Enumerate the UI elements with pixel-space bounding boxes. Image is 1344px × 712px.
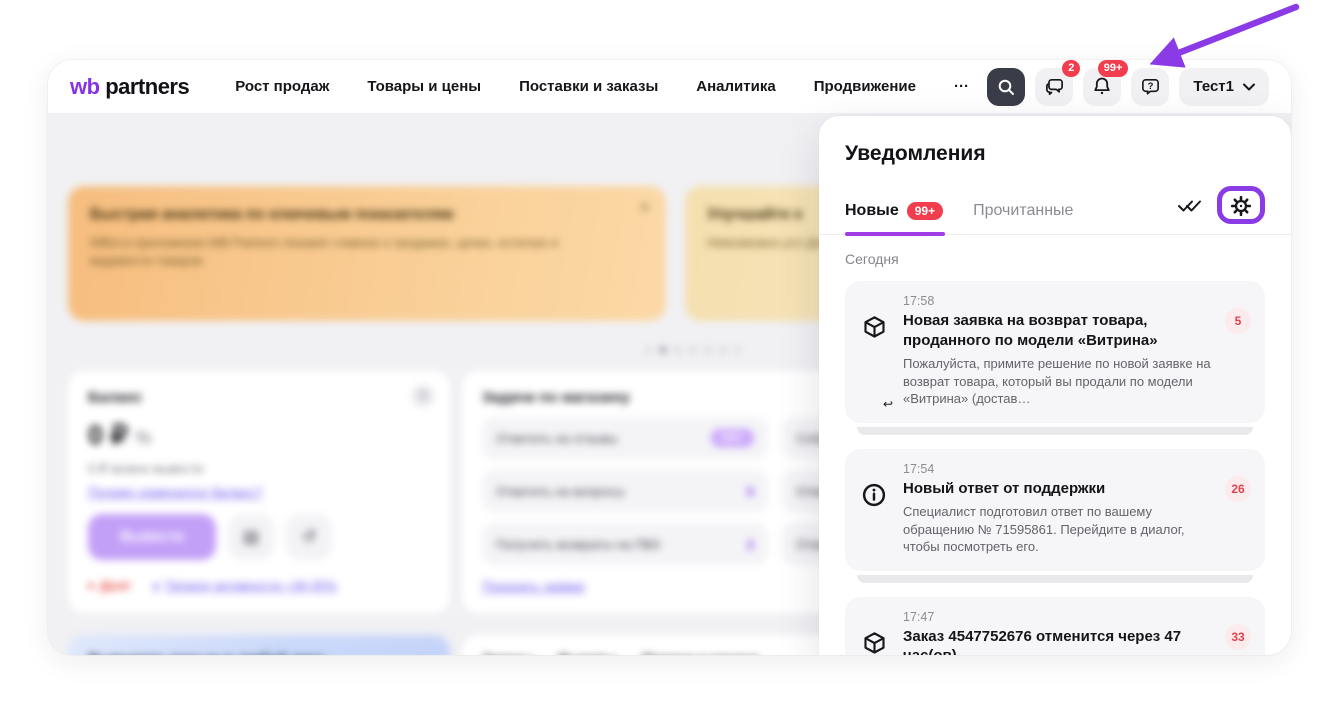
notification-title: Новый ответ от поддержки [903,479,1211,499]
notification-count-badge: 33 [1225,624,1251,650]
task-count: 2 [747,537,754,552]
panel-title: Уведомления [845,142,1265,166]
nav-item-analytics[interactable]: Аналитика [696,78,775,95]
carousel-dot[interactable] [705,347,711,353]
chat-icon [1044,76,1065,97]
notification-item[interactable]: 17:54 Новый ответ от поддержки Специалис… [845,449,1265,571]
nav-item-supplies-orders[interactable]: Поставки и заказы [519,78,658,95]
tab-buyouts[interactable]: Выкупы [558,651,615,655]
package-return-icon: ↩ [861,314,889,408]
nav-item-sales-growth[interactable]: Рост продаж [235,78,329,95]
notification-stack [857,575,1253,583]
notification-time: 17:54 [903,462,1211,476]
notification-title: Новая заявка на возврат товара, проданно… [903,311,1211,350]
help-icon[interactable]: ? [412,385,434,407]
notification-title: Заказ 4547752676 отменится через 47 час(… [903,627,1211,655]
double-check-icon [1177,197,1203,214]
tab-income-expense[interactable]: Приход и расход [642,651,759,655]
search-icon [996,77,1016,97]
nav-item-goods-prices[interactable]: Товары и цены [367,78,481,95]
bell-icon [1092,76,1112,97]
tab-read[interactable]: Прочитанные [973,202,1073,234]
banner-body: WBot в приложении WB Partners покажет гл… [90,234,578,270]
banner-carousel: ‹ › [593,341,793,358]
carousel-dot[interactable] [720,347,726,353]
show-requests-link[interactable]: Показать заявки [482,579,768,594]
help-button[interactable]: ? [1131,68,1169,106]
task-row[interactable]: Ответить на отзывы 999+ [482,417,768,459]
balance-card: Баланс ? 0 ₽ % 0 ₽ можно вывести Почему … [68,371,450,613]
debt-alert[interactable]: Долг [88,578,131,593]
notification-item[interactable]: ↩ 17:58 Новая заявка на возврат товара, … [845,281,1265,423]
chat-badge: 2 [1062,60,1080,77]
withdraw-button[interactable]: Вывести [88,514,216,560]
notification-count-badge: 5 [1225,308,1251,334]
balance-title: Баланс [88,389,430,406]
carousel-next-icon[interactable]: › [735,341,740,358]
new-count-badge: 99+ [907,202,943,220]
notification-time: 17:58 [903,294,1211,308]
balance-footer-link[interactable]: Период активности +36,05% [153,578,337,593]
notification-body: Пожалуйста, примите решение по новой зая… [903,355,1211,408]
account-label: Тест1 [1193,78,1234,95]
bell-badge: 99+ [1098,60,1129,77]
active-tab-underline [845,232,945,236]
task-count: 6 [747,484,754,499]
day-section-label: Сегодня [845,251,1265,267]
carousel-dot[interactable] [675,347,681,353]
chevron-down-icon [1243,83,1255,91]
notification-count-badge: 26 [1225,476,1251,502]
carousel-dot[interactable] [690,347,696,353]
package-clock-icon: ◷ [861,630,889,655]
notifications-panel: Уведомления Новые 99+ Прочитанные [819,116,1291,655]
notification-item[interactable]: ◷ 17:47 Заказ 4547752676 отменится через… [845,597,1265,655]
notifications-tabs: Новые 99+ Прочитанные [819,186,1291,235]
banner-title: Быстрая аналитика по ключевым показателя… [90,206,644,224]
account-menu-button[interactable]: Тест1 [1179,68,1269,106]
task-row[interactable]: Ответить на вопросы 6 [482,470,768,512]
wb-partners-logo[interactable]: wb partners [70,74,189,100]
payout-banner-title: Выводите деньги в любой день [88,651,430,655]
carousel-prev-icon[interactable]: ‹ [646,341,651,358]
balance-why-link[interactable]: Почему изменился баланс? [88,485,430,500]
balance-available: 0 ₽ можно вывести [88,461,430,477]
svg-text:?: ? [1147,81,1153,92]
info-icon [861,482,889,556]
balance-amount-suffix: % [135,428,151,448]
tab-new[interactable]: Новые 99+ [845,202,943,234]
mark-all-read-button[interactable] [1177,197,1203,214]
balance-amount: 0 ₽ % [88,420,430,451]
gear-icon[interactable] [1230,195,1252,217]
notification-body: Специалист подготовил ответ по вашему об… [903,503,1211,556]
close-icon[interactable]: ✕ [639,200,650,216]
app-window: Быстрая аналитика по ключевым показателя… [48,60,1291,655]
task-row[interactable]: Получить возвраты на ПВЗ 2 [482,523,768,565]
notification-time: 17:47 [903,610,1211,624]
gear-annotation-ring [1217,186,1265,224]
document-icon[interactable]: ▤ [228,514,274,560]
payout-banner[interactable]: Выводите деньги в любой день С опцией «В… [68,635,450,655]
chat-button[interactable]: 2 [1035,68,1073,106]
top-navbar: wb partners Рост продаж Товары и цены По… [48,60,1291,113]
carousel-dot[interactable] [660,347,666,353]
nav-more-icon[interactable]: ··· [954,78,969,95]
notifications-bell-button[interactable]: 99+ [1083,68,1121,106]
notification-stack [857,427,1253,435]
nav-item-promotion[interactable]: Продвижение [814,78,916,95]
tab-orders[interactable]: Заказы [482,651,532,655]
task-count-badge: 999+ [711,429,754,447]
search-button[interactable] [987,68,1025,106]
question-icon: ? [1140,76,1161,97]
promo-banner-analytics[interactable]: Быстрая аналитика по ключевым показателя… [68,186,666,321]
history-icon[interactable]: ↺ [286,514,332,560]
